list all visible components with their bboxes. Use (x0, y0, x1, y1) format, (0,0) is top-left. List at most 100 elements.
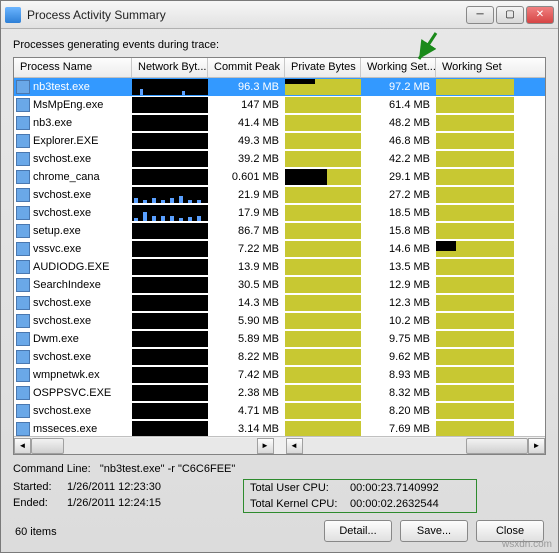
working-set-value: 9.62 MB (361, 348, 436, 366)
table-row[interactable]: svchost.exe21.9 MB27.2 MB (14, 186, 545, 204)
col-commit-peak[interactable]: Commit Peak (208, 58, 285, 77)
process-table: Process Name Network Byt... Commit Peak … (13, 57, 546, 455)
table-row[interactable]: MsMpEng.exe147 MB61.4 MB (14, 96, 545, 114)
titlebar[interactable]: Process Activity Summary ─ ▢ ✕ (1, 1, 558, 29)
col-network-bytes[interactable]: Network Byt... (132, 58, 208, 77)
col-working-set[interactable]: Working Set (436, 58, 514, 77)
table-row[interactable]: svchost.exe4.71 MB8.20 MB (14, 402, 545, 420)
private-bytes-sparkline (285, 349, 361, 365)
commit-peak-value: 4.71 MB (208, 402, 285, 420)
network-sparkline (132, 259, 208, 275)
table-row[interactable]: nb3.exe41.4 MB48.2 MB (14, 114, 545, 132)
network-sparkline (132, 331, 208, 347)
working-set-sparkline (436, 295, 514, 311)
scroll-right-button-1[interactable]: ► (257, 438, 274, 454)
working-set-value: 61.4 MB (361, 96, 436, 114)
process-icon (16, 386, 30, 400)
process-icon (16, 134, 30, 148)
scroll-track-left[interactable] (31, 438, 257, 454)
scroll-left-button-2[interactable]: ◄ (286, 438, 303, 454)
ended-value: 1/26/2011 12:24:15 (67, 497, 197, 509)
process-icon (16, 98, 30, 112)
item-count: 60 items (15, 526, 57, 538)
scroll-thumb-right[interactable] (466, 438, 528, 454)
table-row[interactable]: chrome_cana0.601 MB29.1 MB (14, 168, 545, 186)
working-set-sparkline (436, 223, 514, 239)
commit-peak-value: 5.90 MB (208, 312, 285, 330)
col-process-name[interactable]: Process Name (14, 58, 132, 77)
network-sparkline (132, 313, 208, 329)
scroll-thumb-left[interactable] (31, 438, 64, 454)
total-user-cpu-label: Total User CPU: (250, 482, 350, 494)
process-name: svchost.exe (33, 153, 91, 165)
table-row[interactable]: SearchIndexe30.5 MB12.9 MB (14, 276, 545, 294)
working-set-value: 14.6 MB (361, 240, 436, 258)
process-name: svchost.exe (33, 315, 91, 327)
scroll-right-button-2[interactable]: ► (528, 438, 545, 454)
cpu-stats-box: Total User CPU: 00:00:23.7140992 Total K… (243, 479, 477, 513)
working-set-sparkline (436, 277, 514, 293)
table-row[interactable]: nb3test.exe96.3 MB97.2 MB (14, 78, 545, 96)
private-bytes-sparkline (285, 205, 361, 221)
table-body: nb3test.exe96.3 MB97.2 MBMsMpEng.exe147 … (14, 78, 545, 436)
process-icon (16, 242, 30, 256)
working-set-value: 42.2 MB (361, 150, 436, 168)
h-scrollbar[interactable]: ◄ ► ◄ ► (14, 436, 545, 454)
scroll-left-button[interactable]: ◄ (14, 438, 31, 454)
table-row[interactable]: AUDIODG.EXE13.9 MB13.5 MB (14, 258, 545, 276)
private-bytes-sparkline (285, 133, 361, 149)
process-icon (16, 152, 30, 166)
process-icon (16, 260, 30, 274)
process-icon (16, 206, 30, 220)
scroll-track-right[interactable] (303, 438, 529, 454)
table-row[interactable]: svchost.exe17.9 MB18.5 MB (14, 204, 545, 222)
process-icon (16, 422, 30, 436)
working-set-sparkline (436, 133, 514, 149)
private-bytes-sparkline (285, 385, 361, 401)
table-row[interactable]: Dwm.exe5.89 MB9.75 MB (14, 330, 545, 348)
table-row[interactable]: svchost.exe39.2 MB42.2 MB (14, 150, 545, 168)
process-name: wmpnetwk.ex (33, 369, 100, 381)
working-set-sparkline (436, 349, 514, 365)
col-working-set-history[interactable]: Working Set... (361, 58, 436, 77)
process-icon (16, 296, 30, 310)
working-set-value: 8.93 MB (361, 366, 436, 384)
network-sparkline (132, 133, 208, 149)
close-button[interactable]: ✕ (526, 6, 554, 24)
table-row[interactable]: wmpnetwk.ex7.42 MB8.93 MB (14, 366, 545, 384)
working-set-value: 12.9 MB (361, 276, 436, 294)
table-row[interactable]: svchost.exe14.3 MB12.3 MB (14, 294, 545, 312)
working-set-sparkline (436, 385, 514, 401)
table-row[interactable]: svchost.exe5.90 MB10.2 MB (14, 312, 545, 330)
working-set-value: 8.32 MB (361, 384, 436, 402)
save-button[interactable]: Save... (400, 520, 468, 542)
private-bytes-sparkline (285, 79, 361, 95)
table-row[interactable]: setup.exe86.7 MB15.8 MB (14, 222, 545, 240)
col-private-bytes[interactable]: Private Bytes (285, 58, 361, 77)
maximize-button[interactable]: ▢ (496, 6, 524, 24)
network-sparkline (132, 367, 208, 383)
table-row[interactable]: vssvc.exe7.22 MB14.6 MB (14, 240, 545, 258)
network-sparkline (132, 205, 208, 221)
working-set-value: 7.69 MB (361, 420, 436, 436)
table-row[interactable]: msseces.exe3.14 MB7.69 MB (14, 420, 545, 436)
network-sparkline (132, 151, 208, 167)
network-sparkline (132, 79, 208, 95)
table-row[interactable]: OSPPSVC.EXE2.38 MB8.32 MB (14, 384, 545, 402)
ended-label: Ended: (13, 497, 67, 509)
table-row[interactable]: Explorer.EXE49.3 MB46.8 MB (14, 132, 545, 150)
working-set-sparkline (436, 241, 514, 257)
process-name: nb3test.exe (33, 81, 90, 93)
private-bytes-sparkline (285, 367, 361, 383)
process-icon (16, 332, 30, 346)
minimize-button[interactable]: ─ (466, 6, 494, 24)
working-set-value: 27.2 MB (361, 186, 436, 204)
working-set-value: 48.2 MB (361, 114, 436, 132)
working-set-sparkline (436, 367, 514, 383)
command-line-value: "nb3test.exe" -r "C6C6FEE" (100, 463, 235, 475)
working-set-sparkline (436, 403, 514, 419)
network-sparkline (132, 277, 208, 293)
detail-button[interactable]: Detail... (324, 520, 392, 542)
network-sparkline (132, 403, 208, 419)
table-row[interactable]: svchost.exe8.22 MB9.62 MB (14, 348, 545, 366)
